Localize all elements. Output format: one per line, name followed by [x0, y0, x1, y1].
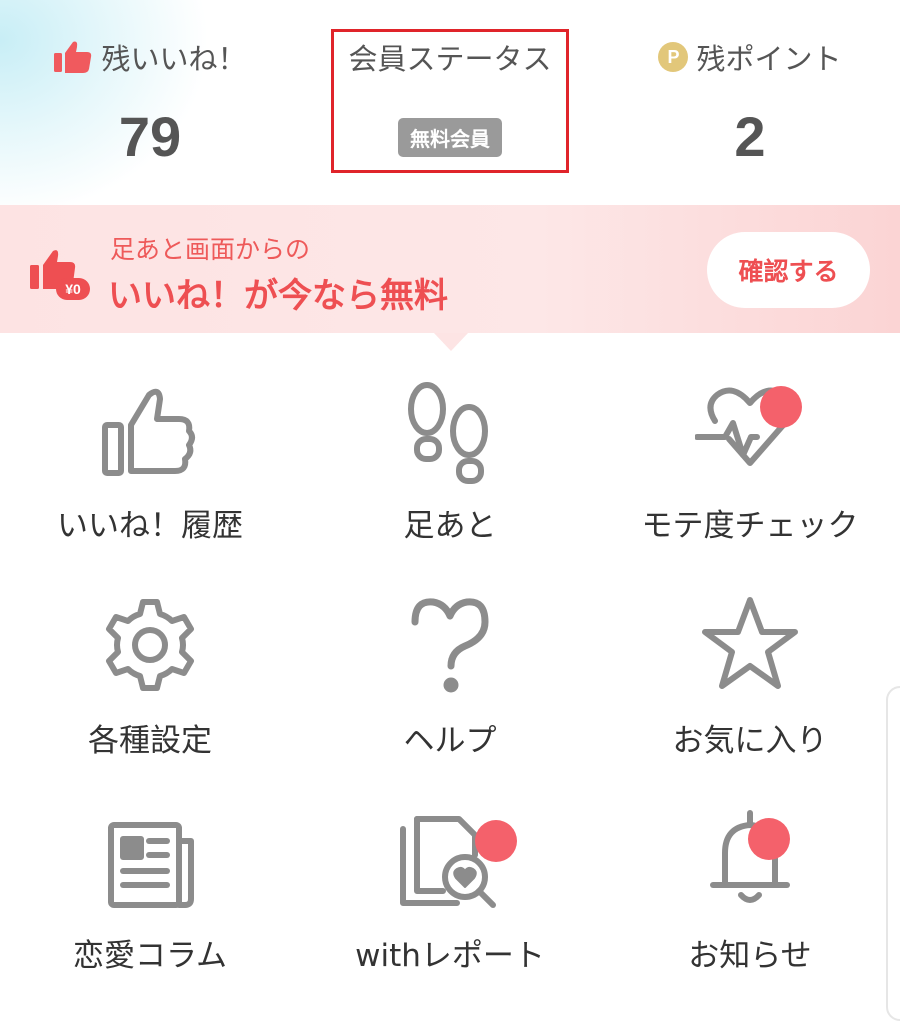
promo-subtitle: 足あと画面からの — [110, 235, 311, 264]
menu-item-help[interactable]: ヘルプ — [300, 565, 600, 780]
menu-item-like-history[interactable]: いいね！履歴 — [0, 350, 300, 565]
menu-label: ヘルプ — [403, 723, 497, 759]
gear-icon — [106, 599, 194, 691]
likes-value: 79 — [118, 105, 182, 168]
menu-label: 足あと — [403, 508, 497, 544]
side-panel-edge[interactable] — [886, 686, 900, 1021]
points-value: 2 — [734, 105, 766, 168]
notification-dot — [760, 386, 802, 428]
menu-item-footprints[interactable]: 足あと — [300, 350, 600, 565]
menu-item-favorites[interactable]: お気に入り — [600, 565, 900, 780]
menu-label: お知らせ — [688, 938, 812, 974]
menu-label: お気に入り — [672, 723, 828, 759]
likes-stat[interactable]: 残いいね！ 79 — [0, 0, 300, 205]
newspaper-icon — [108, 822, 194, 908]
menu-label: いいね！履歴 — [57, 508, 243, 544]
likes-label: 残いいね！ — [101, 42, 247, 76]
free-like-icon: ¥0 — [30, 250, 90, 300]
point-coin-icon: P — [658, 42, 689, 72]
menu-label: 恋愛コラム — [72, 938, 228, 974]
promo-pointer — [434, 333, 468, 351]
thumbs-up-icon — [102, 388, 195, 476]
menu-item-settings[interactable]: 各種設定 — [0, 565, 300, 780]
promo-title: いいね！が今なら無料 — [108, 276, 448, 316]
question-icon — [411, 598, 489, 693]
menu-item-notifications[interactable]: お知らせ — [600, 780, 900, 995]
menu-item-love-column[interactable]: 恋愛コラム — [0, 780, 300, 995]
notification-dot — [475, 820, 517, 862]
notification-dot — [748, 818, 790, 860]
points-label: 残ポイント — [696, 42, 842, 76]
menu-item-popularity-check[interactable]: モテ度チェック — [600, 350, 900, 565]
points-stat[interactable]: P 残ポイント 2 — [600, 0, 900, 205]
footprints-icon — [408, 382, 488, 484]
menu-item-with-report[interactable]: withレポート — [300, 780, 600, 995]
menu-label: モテ度チェック — [641, 508, 859, 544]
thumbs-up-icon — [54, 41, 92, 73]
bell-icon — [710, 810, 790, 903]
likes-label-row: 残いいね！ — [0, 36, 300, 78]
menu-label: withレポート — [355, 938, 545, 974]
confirm-button[interactable]: 確認する — [707, 232, 870, 308]
status-highlight-box — [331, 29, 569, 173]
free-like-icon-text: ¥0 — [65, 281, 81, 297]
points-label-row: P 残ポイント — [600, 36, 900, 78]
menu-label: 各種設定 — [88, 723, 212, 759]
star-icon — [702, 597, 798, 689]
